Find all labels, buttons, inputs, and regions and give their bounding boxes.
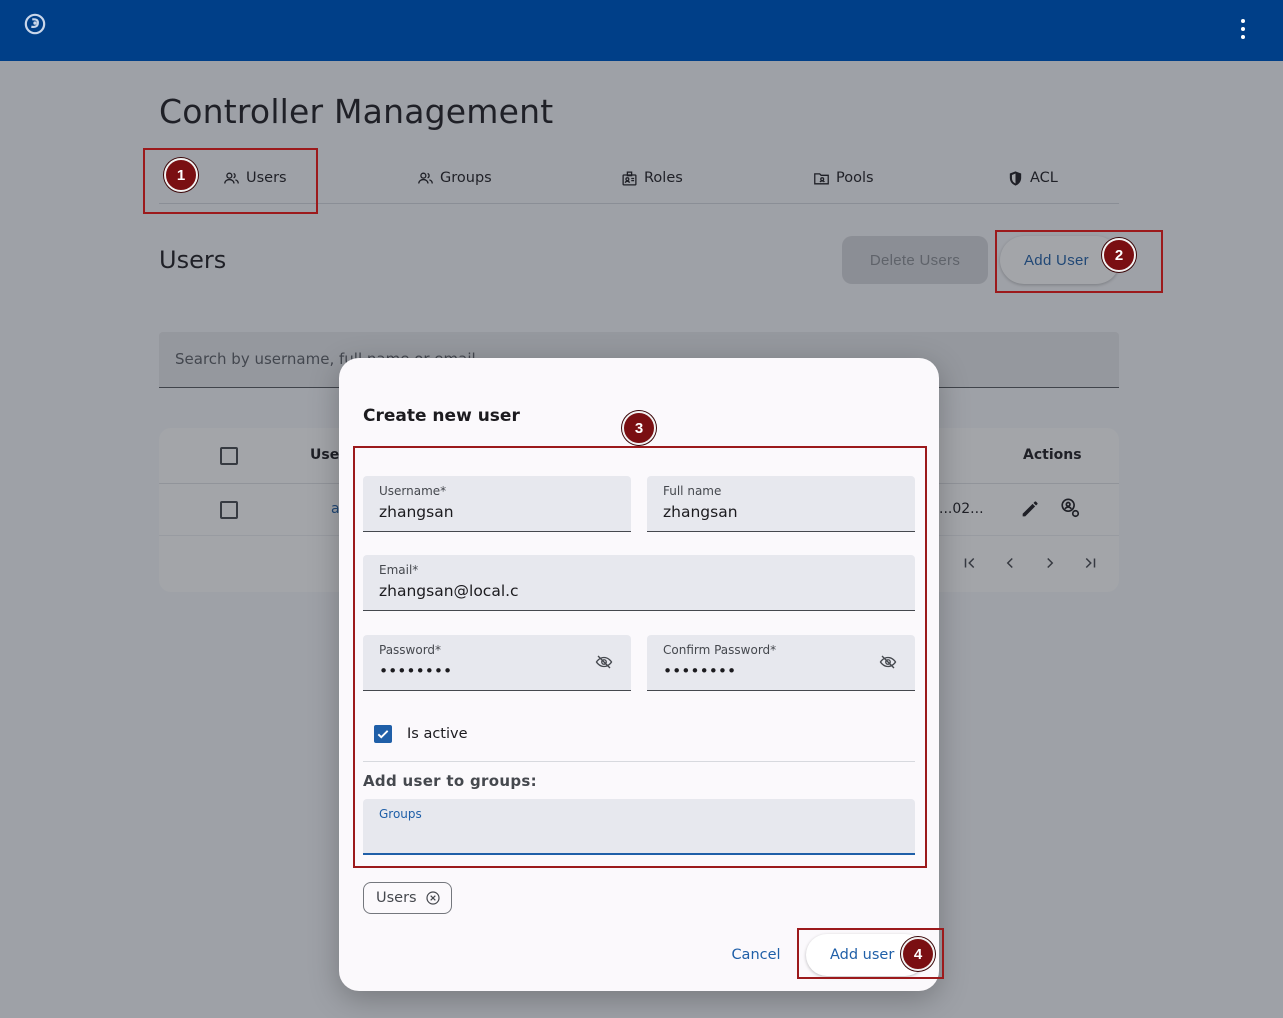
remove-chip-icon[interactable] <box>425 890 441 906</box>
more-vert-icon[interactable] <box>1233 19 1253 39</box>
annotation-box-2 <box>995 230 1163 293</box>
group-chip-label: Users <box>376 890 417 906</box>
group-chip[interactable]: Users <box>363 882 452 914</box>
annotation-box-3 <box>353 446 927 868</box>
app-logo-icon[interactable] <box>24 13 46 35</box>
annotation-marker-4: 4 <box>901 937 935 971</box>
annotation-marker-3: 3 <box>622 411 656 445</box>
cancel-button[interactable]: Cancel <box>729 940 783 970</box>
top-app-bar <box>0 0 1283 61</box>
dialog-title: Create new user <box>363 406 520 426</box>
annotation-marker-1: 1 <box>164 158 198 192</box>
annotation-marker-2: 2 <box>1102 238 1136 272</box>
